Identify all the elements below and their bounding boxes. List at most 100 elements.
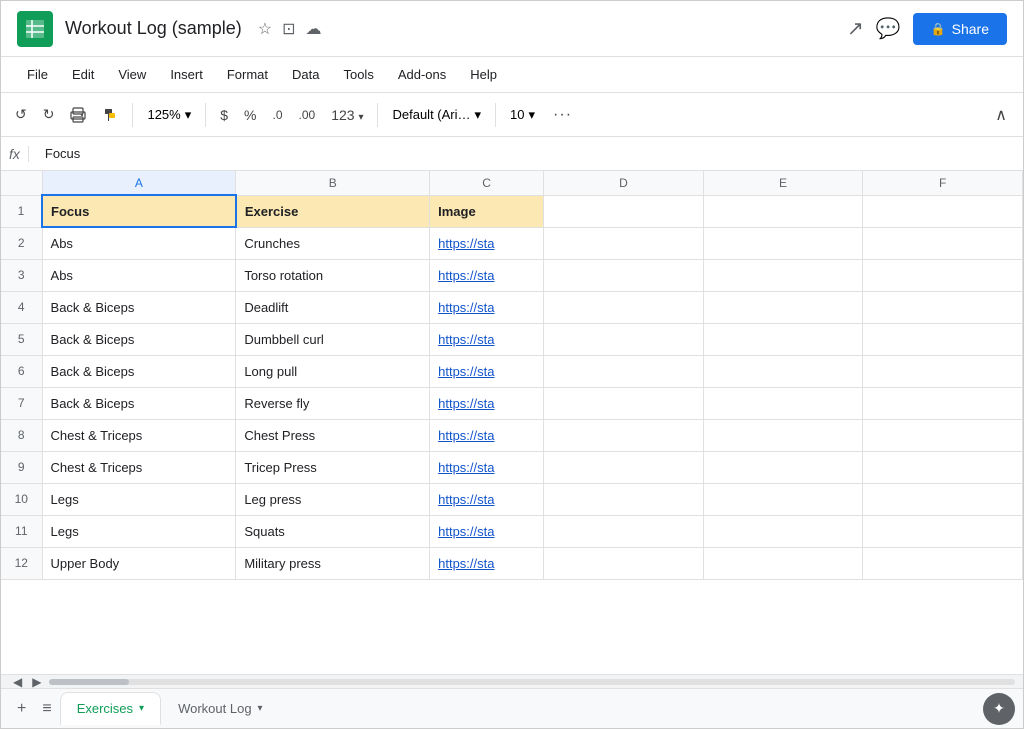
zoom-selector[interactable]: 125% ▾ (141, 105, 197, 125)
scroll-right-arrow[interactable]: ▶ (28, 673, 45, 689)
cell-3-D[interactable] (544, 259, 704, 291)
cell-8-D[interactable] (544, 419, 704, 451)
cell-7-A[interactable]: Back & Biceps (42, 387, 236, 419)
tab-workout-log[interactable]: Workout Log ▾ (161, 692, 280, 725)
col-header-A[interactable]: A (42, 171, 236, 195)
cell-11-F[interactable] (863, 515, 1023, 547)
cell-8-E[interactable] (703, 419, 863, 451)
cell-8-A[interactable]: Chest & Triceps (42, 419, 236, 451)
cell-10-F[interactable] (863, 483, 1023, 515)
share-button[interactable]: 🔒 Share (913, 13, 1007, 45)
add-sheet-button[interactable]: + (9, 696, 34, 722)
scroll-track[interactable] (49, 679, 1015, 685)
cell-5-A[interactable]: Back & Biceps (42, 323, 236, 355)
cell-10-C[interactable]: https://sta (430, 483, 544, 515)
cell-5-E[interactable] (703, 323, 863, 355)
menu-view[interactable]: View (108, 63, 156, 86)
cell-3-A[interactable]: Abs (42, 259, 236, 291)
font-size-selector[interactable]: 10 ▾ (504, 105, 541, 125)
collapse-toolbar-button[interactable]: ∧ (987, 101, 1015, 129)
cell-3-F[interactable] (863, 259, 1023, 291)
star-icon[interactable]: ☆ (258, 19, 272, 39)
cell-9-A[interactable]: Chest & Triceps (42, 451, 236, 483)
decimal-decrease-button[interactable]: .0 (267, 104, 289, 126)
explore-button[interactable]: ✦ (983, 693, 1015, 725)
cell-12-B[interactable]: Military press (236, 547, 430, 579)
col-header-E[interactable]: E (703, 171, 863, 195)
menu-help[interactable]: Help (460, 63, 507, 86)
cell-2-A[interactable]: Abs (42, 227, 236, 259)
cell-9-D[interactable] (544, 451, 704, 483)
cell-9-B[interactable]: Tricep Press (236, 451, 430, 483)
cell-10-B[interactable]: Leg press (236, 483, 430, 515)
col-header-F[interactable]: F (863, 171, 1023, 195)
paintformat-button[interactable] (96, 103, 124, 127)
cell-4-E[interactable] (703, 291, 863, 323)
cell-4-B[interactable]: Deadlift (236, 291, 430, 323)
cell-1-C[interactable]: Image (430, 195, 544, 227)
cell-7-F[interactable] (863, 387, 1023, 419)
cell-6-B[interactable]: Long pull (236, 355, 430, 387)
cell-12-A[interactable]: Upper Body (42, 547, 236, 579)
cell-9-C[interactable]: https://sta (430, 451, 544, 483)
cell-4-C[interactable]: https://sta (430, 291, 544, 323)
tab-exercises[interactable]: Exercises ▾ (60, 692, 161, 725)
cell-9-F[interactable] (863, 451, 1023, 483)
cell-10-A[interactable]: Legs (42, 483, 236, 515)
scroll-thumb[interactable] (49, 679, 129, 685)
cell-3-E[interactable] (703, 259, 863, 291)
menu-data[interactable]: Data (282, 63, 329, 86)
cell-12-E[interactable] (703, 547, 863, 579)
tab-workout-log-dropdown[interactable]: ▾ (258, 703, 263, 714)
scroll-left-arrow[interactable]: ◀ (9, 673, 26, 689)
cell-5-B[interactable]: Dumbbell curl (236, 323, 430, 355)
cell-8-B[interactable]: Chest Press (236, 419, 430, 451)
cell-2-D[interactable] (544, 227, 704, 259)
currency-button[interactable]: $ (214, 103, 234, 127)
menu-format[interactable]: Format (217, 63, 278, 86)
tab-exercises-dropdown[interactable]: ▾ (139, 703, 144, 714)
print-button[interactable] (64, 103, 92, 127)
cell-3-C[interactable]: https://sta (430, 259, 544, 291)
cell-5-F[interactable] (863, 323, 1023, 355)
cell-11-B[interactable]: Squats (236, 515, 430, 547)
menu-insert[interactable]: Insert (160, 63, 213, 86)
decimal-increase-button[interactable]: .00 (293, 104, 322, 126)
menu-addons[interactable]: Add-ons (388, 63, 456, 86)
horizontal-scrollbar[interactable]: ◀ ▶ (1, 674, 1023, 688)
cell-5-C[interactable]: https://sta (430, 323, 544, 355)
cell-6-A[interactable]: Back & Biceps (42, 355, 236, 387)
col-header-C[interactable]: C (430, 171, 544, 195)
cell-2-F[interactable] (863, 227, 1023, 259)
analytics-icon[interactable]: ↗ (847, 16, 864, 41)
cell-2-E[interactable] (703, 227, 863, 259)
font-selector[interactable]: Default (Ari… ▾ (386, 105, 487, 125)
cell-8-C[interactable]: https://sta (430, 419, 544, 451)
cell-12-C[interactable]: https://sta (430, 547, 544, 579)
cell-4-D[interactable] (544, 291, 704, 323)
cell-1-F[interactable] (863, 195, 1023, 227)
cell-1-B[interactable]: Exercise (236, 195, 430, 227)
cell-11-D[interactable] (544, 515, 704, 547)
cell-6-E[interactable] (703, 355, 863, 387)
cell-5-D[interactable] (544, 323, 704, 355)
cell-11-E[interactable] (703, 515, 863, 547)
cell-10-D[interactable] (544, 483, 704, 515)
cell-10-E[interactable] (703, 483, 863, 515)
percent-button[interactable]: % (238, 103, 262, 127)
cell-2-C[interactable]: https://sta (430, 227, 544, 259)
cell-9-E[interactable] (703, 451, 863, 483)
cell-11-C[interactable]: https://sta (430, 515, 544, 547)
cell-7-E[interactable] (703, 387, 863, 419)
undo-button[interactable]: ↺ (9, 102, 33, 127)
cell-7-B[interactable]: Reverse fly (236, 387, 430, 419)
comment-icon[interactable]: 💬 (876, 16, 901, 41)
cell-11-A[interactable]: Legs (42, 515, 236, 547)
menu-tools[interactable]: Tools (333, 63, 383, 86)
cell-6-C[interactable]: https://sta (430, 355, 544, 387)
cell-7-D[interactable] (544, 387, 704, 419)
cell-7-C[interactable]: https://sta (430, 387, 544, 419)
cell-12-F[interactable] (863, 547, 1023, 579)
more-options-button[interactable]: ··· (545, 102, 580, 128)
cell-8-F[interactable] (863, 419, 1023, 451)
